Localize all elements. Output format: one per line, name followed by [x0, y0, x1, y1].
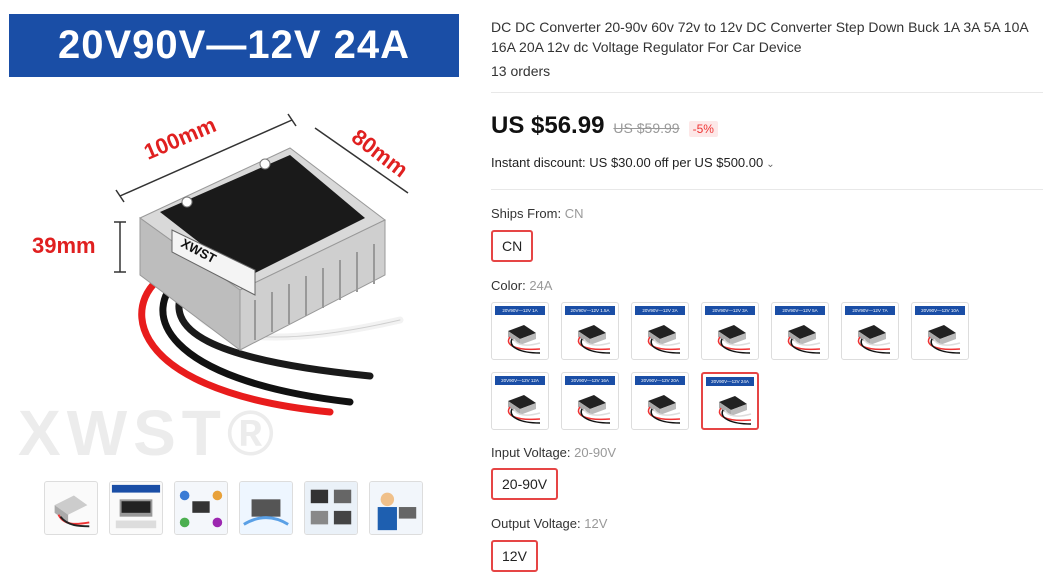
color-swatch-label: 20V90V—12V 7A [845, 306, 895, 315]
divider [491, 92, 1043, 93]
swatch-product-image [717, 325, 751, 354]
input-voltage-option[interactable]: 20-90V [491, 468, 559, 500]
color-swatch[interactable]: 20V90V—12V 24A [701, 372, 759, 430]
discount-badge: -5% [688, 121, 718, 137]
swatch-product-image [857, 325, 891, 354]
color-swatch-label: 20V90V—12V 10A [915, 306, 965, 315]
chevron-down-icon: ⌄ [766, 159, 775, 170]
product-banner: 20V90V—12V 24A [9, 14, 459, 77]
color-swatch[interactable]: 20V90V—12V 10A [911, 302, 969, 360]
color-swatch-label: 20V90V—12V 12A [495, 376, 545, 385]
output-voltage-value: 12V [584, 516, 608, 531]
input-voltage-value: 20-90V [574, 445, 617, 460]
color-swatch[interactable]: 20V90V—12V 2A [631, 302, 689, 360]
color-value: 24A [529, 278, 553, 293]
ships-from-key: Ships From: [491, 206, 562, 221]
color-key: Color: [491, 278, 526, 293]
divider [491, 189, 1043, 190]
color-swatch[interactable]: 20V90V—12V 3A [701, 302, 759, 360]
swatch-product-image [507, 395, 541, 424]
product-title: DC DC Converter 20-90v 60v 72v to 12v DC… [491, 19, 1028, 55]
thumbnail-strip [44, 481, 423, 535]
color-swatch-label: 20V90V—12V 2A [635, 306, 685, 315]
input-voltage-key: Input Voltage: [491, 445, 571, 460]
color-swatch[interactable]: 20V90V—12V 7A [841, 302, 899, 360]
ships-from-value: CN [564, 206, 584, 221]
swatch-product-image [507, 325, 541, 354]
color-swatch[interactable]: 20V90V—12V 1.5A [561, 302, 619, 360]
price-row: US $56.99 US $59.99 -5% [491, 112, 718, 140]
thumbnail-6[interactable] [369, 481, 423, 535]
color-swatch-label: 20V90V—12V 16A [565, 376, 615, 385]
color-label: Color: 24A [491, 278, 552, 293]
color-swatch-label: 20V90V—12V 1.5A [565, 306, 615, 315]
output-voltage-label: Output Voltage: 12V [491, 516, 607, 531]
color-swatch[interactable]: 20V90V—12V 12A [491, 372, 549, 430]
dimension-height: 39mm [32, 233, 96, 258]
swatch-product-image [647, 325, 681, 354]
swatch-product-image [577, 395, 611, 424]
instant-discount-text: Instant discount: US $30.00 off per US $… [491, 155, 764, 170]
ships-from-label: Ships From: CN [491, 206, 583, 221]
output-voltage-option[interactable]: 12V [491, 540, 538, 572]
ships-from-option-cn[interactable]: CN [491, 230, 534, 262]
color-swatch[interactable]: 20V90V—12V 5A [771, 302, 829, 360]
thumbnail-3[interactable] [174, 481, 228, 535]
original-price: US $59.99 [613, 120, 680, 136]
thumbnail-4[interactable] [239, 481, 293, 535]
swatch-product-image [787, 325, 821, 354]
color-swatch-label: 20V90V—12V 20A [635, 376, 685, 385]
input-voltage-label: Input Voltage: 20-90V [491, 445, 616, 460]
color-swatch-label: 20V90V—12V 24A [706, 377, 754, 386]
thumbnail-5[interactable] [304, 481, 358, 535]
color-swatch-label: 20V90V—12V 3A [705, 306, 755, 315]
current-price: US $56.99 [491, 112, 605, 139]
color-swatch[interactable]: 20V90V—12V 20A [631, 372, 689, 430]
image-gallery: 20V90V—12V 24A 100mm 80mm 39mm XWST XWST… [0, 0, 470, 581]
thumbnail-1[interactable] [44, 481, 98, 535]
color-swatch[interactable]: 20V90V—12V 16A [561, 372, 619, 430]
color-swatch[interactable]: 20V90V—12V 1A [491, 302, 549, 360]
watermark: XWST® [18, 397, 281, 469]
swatch-product-image [927, 325, 961, 354]
color-swatch-label: 20V90V—12V 5A [775, 306, 825, 315]
order-count: 13 orders [491, 63, 551, 79]
instant-discount[interactable]: Instant discount: US $30.00 off per US $… [491, 155, 775, 170]
color-swatch-label: 20V90V—12V 1A [495, 306, 545, 315]
swatch-product-image [718, 396, 752, 425]
thumbnail-2[interactable] [109, 481, 163, 535]
swatch-product-image [577, 325, 611, 354]
output-voltage-key: Output Voltage: [491, 516, 581, 531]
swatch-product-image [647, 395, 681, 424]
